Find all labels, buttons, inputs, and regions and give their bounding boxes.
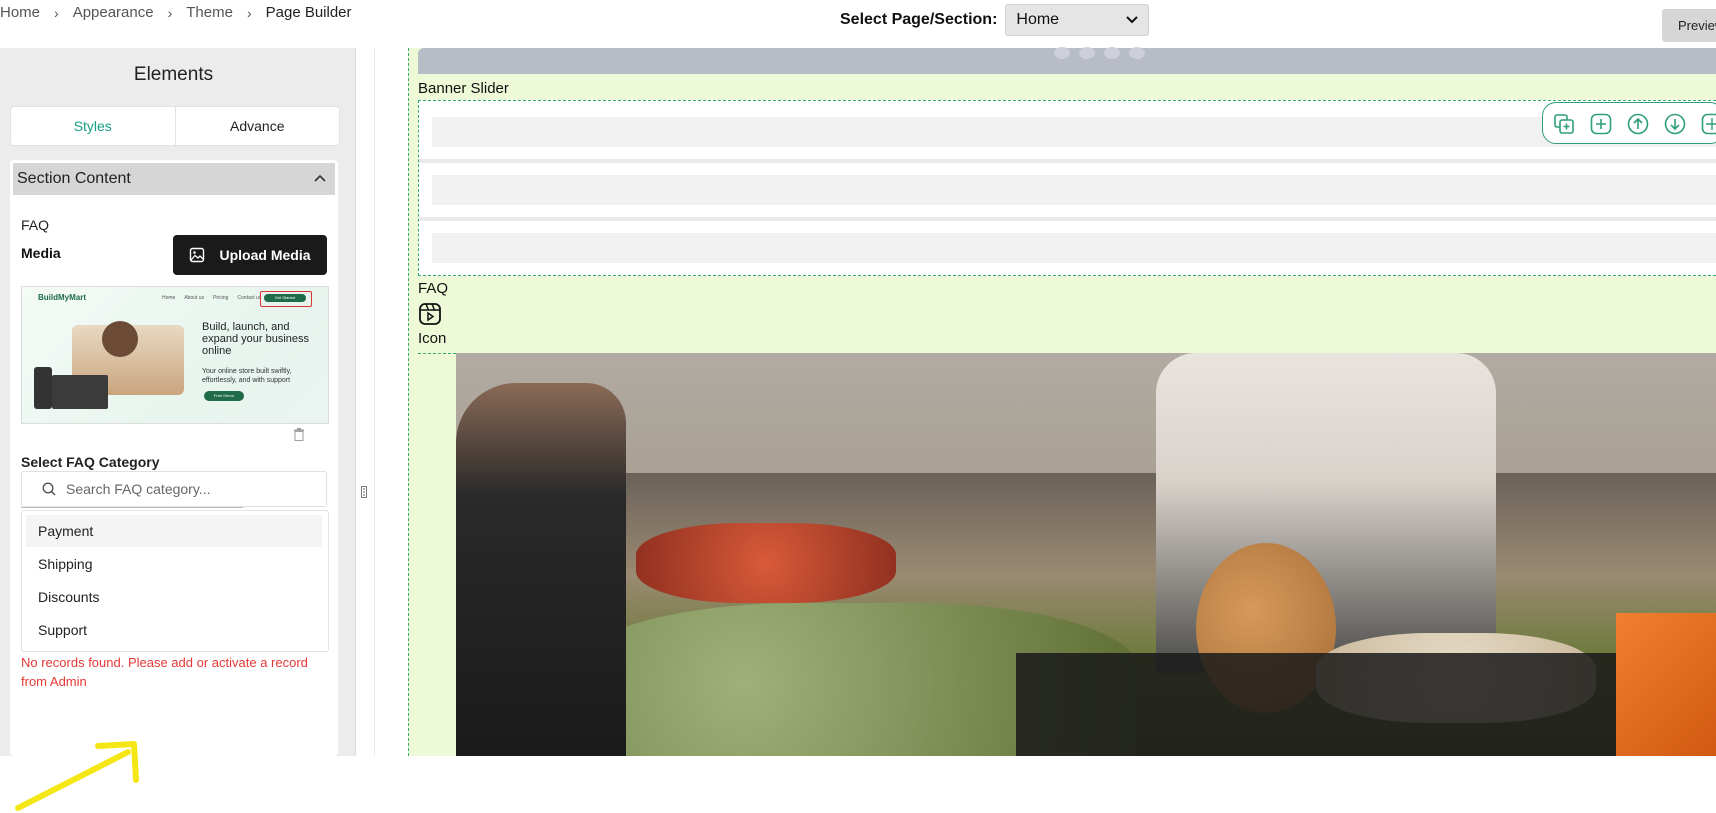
faq-divider [419,217,1716,221]
slider-dot[interactable] [1129,47,1145,59]
preview-cta: Get Started [264,294,306,302]
move-up-icon[interactable] [1627,113,1649,135]
preview-nav-item: About us [184,295,205,301]
page-select-label: Select Page/Section: [840,11,998,28]
preview-phone [34,367,52,409]
photo-carrots [1616,613,1716,756]
faq-section-label: FAQ [418,280,449,297]
faq-category-options: Payment Shipping Discounts Support [21,510,329,652]
trash-icon[interactable] [293,428,305,441]
upload-media-button[interactable]: Upload Media [173,235,327,275]
market-video-preview[interactable] [456,353,1716,756]
upload-media-label: Upload Media [219,247,311,263]
chevron-down-icon [1126,16,1139,24]
panel-splitter[interactable] [358,48,366,756]
no-records-error: No records found. Please add or activate… [21,655,308,689]
preview-headline: Build, launch, and expand your business … [202,321,310,357]
preview-person [102,321,138,357]
slider-dot[interactable] [1104,47,1120,59]
section-toolbar [1542,102,1716,144]
photo-customer [456,383,626,756]
page-select-dropdown[interactable]: Home [1005,4,1150,36]
breadcrumb-appearance[interactable]: Appearance [69,4,158,21]
panel-title: Elements [133,64,214,85]
option-support[interactable]: Support [26,614,322,646]
preview-laptop [52,375,108,409]
option-shipping[interactable]: Shipping [26,548,322,580]
faq-item-placeholder [432,117,1716,147]
preview-button[interactable]: Preview [1662,9,1716,42]
faq-divider [419,159,1716,163]
section-content-card: Section Content FAQ Media Upload Media B… [10,160,338,756]
elements-panel: Elements Styles Advance Section Content … [0,48,356,756]
preview-nav-item: Home [162,295,176,301]
preview-button-demo: Free Demo [204,391,244,401]
tab-advance[interactable]: Advance [174,107,340,145]
section-content-header[interactable]: Section Content [13,163,335,195]
slider-dots [1054,47,1145,59]
faq-category-search-input[interactable] [64,480,318,498]
search-underline [21,507,243,508]
add-icon[interactable] [1590,113,1612,135]
move-down-icon[interactable] [1664,113,1686,135]
preview-logo: BuildMyMart [38,293,86,302]
annotation-arrow-icon [15,741,139,811]
bottom-area [0,756,1716,813]
chevron-right-icon: › [246,4,252,21]
top-bar: Home › Appearance › Theme › Page Builder… [0,0,1716,48]
option-discounts[interactable]: Discounts [26,581,322,613]
preview-button-label: Preview [1678,18,1716,33]
image-icon [190,247,205,263]
chevron-up-icon[interactable] [313,172,327,186]
preview-nav: Home About us Pricing Contact us [162,295,261,301]
faq-item-placeholder [432,233,1716,263]
breadcrumb: Home › Appearance › Theme › Page Builder [0,4,356,21]
preview-cta-outline: Get Started [260,291,312,307]
panel-tabs: Styles Advance [10,106,340,146]
media-label: Media [21,245,61,261]
faq-label: FAQ [21,217,50,233]
breadcrumb-theme[interactable]: Theme [182,4,237,21]
search-icon [42,482,56,496]
drag-handle-icon[interactable] [361,486,367,498]
preview-nav-item: Pricing [213,295,229,301]
chevron-right-icon: › [167,4,173,21]
breadcrumb-home[interactable]: Home [0,4,44,21]
faq-section-preview[interactable] [418,100,1716,276]
photo-apples [636,523,896,603]
banner-slider-label: Banner Slider [418,80,509,97]
preview-nav-item: Contact us [237,295,262,301]
tab-styles[interactable]: Styles [11,107,175,145]
duplicate-icon[interactable] [1553,113,1575,135]
slider-dot[interactable] [1054,47,1070,59]
faq-item-placeholder [432,175,1716,205]
icon-section-preview[interactable] [418,303,1716,354]
photo-crate [1016,653,1716,756]
photo-background-shelves [456,353,1716,473]
media-preview-thumbnail: BuildMyMart Home About us Pricing Contac… [21,286,329,424]
faq-category-search[interactable] [21,471,327,507]
section-content-title: Section Content [17,170,131,187]
breadcrumb-page-builder: Page Builder [265,4,352,21]
chevron-right-icon: › [54,4,59,21]
drag-move-icon[interactable] [1701,113,1716,135]
option-payment[interactable]: Payment [26,515,322,547]
icon-section-label: Icon [418,330,447,347]
slider-dot[interactable] [1079,47,1095,59]
page-select-value: Home [1016,11,1060,28]
preview-subtext: Your online store built swiftly, effortl… [202,368,292,384]
faq-category-label: Select FAQ Category [21,454,160,470]
page-select-group: Select Page/Section: Home [840,4,1150,36]
